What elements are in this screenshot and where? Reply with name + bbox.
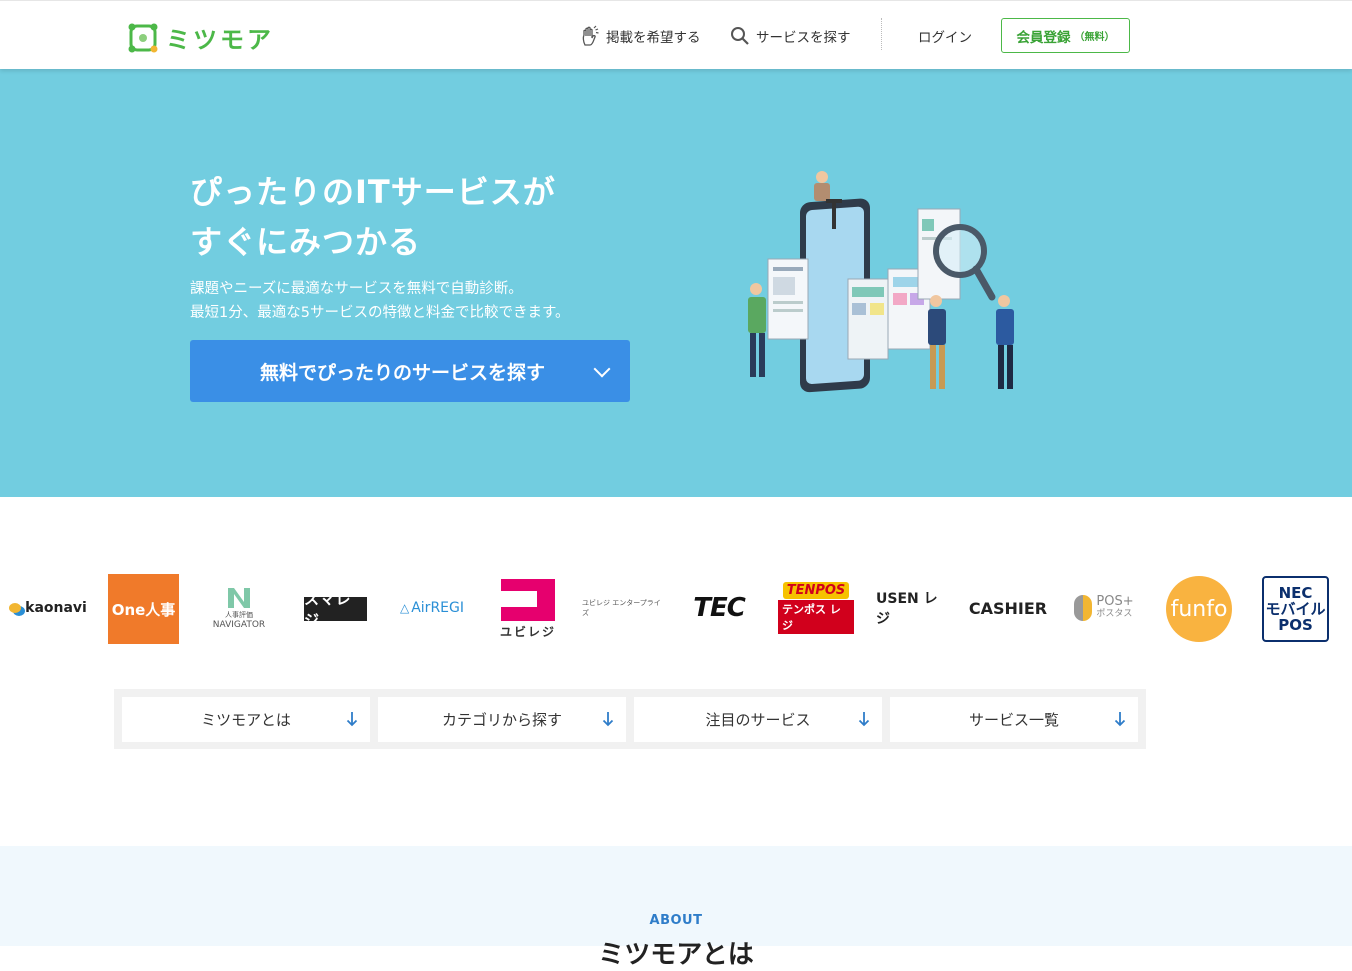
logo-ubiregi[interactable]: ユビレジ [496, 570, 560, 646]
logo-tenpos-bottom: テンポス レジ [778, 600, 854, 634]
section-nav: ミツモアとは カテゴリから探す 注目のサービス サービス一覧 [114, 689, 1146, 749]
partner-logos: kaonavi One人事 人事評価 NAVIGATOR スマレジ △ AirR… [0, 570, 1352, 650]
ubiregi-mark-icon [501, 578, 555, 621]
nav-divider [881, 18, 882, 50]
search-icon [731, 26, 749, 45]
logo-nec-mobile-pos[interactable]: NEC モバイル POS [1262, 576, 1329, 642]
site-logo[interactable]: ミツモア [128, 20, 274, 55]
register-button[interactable]: 会員登録 （無料） [1001, 18, 1130, 53]
logo-tenpos[interactable]: TENPOS テンポス レジ [778, 570, 854, 646]
register-label: 会員登録 [1016, 29, 1071, 46]
logo-funfo[interactable]: funfo [1166, 576, 1232, 642]
logo-tec[interactable]: TEC [690, 570, 748, 646]
logo-ubiregi-enterprise[interactable]: ユビレジ エンタープライズ [582, 570, 666, 646]
logo-cashier[interactable]: CASHIER [968, 570, 1048, 646]
logo-usen-text: USEN レジ [876, 591, 938, 627]
kaonavi-mark-icon [9, 603, 22, 613]
about-section: ABOUT ミツモアとは [0, 846, 1352, 970]
login-label: ログイン [918, 29, 972, 46]
find-service-label: 無料でぴったりのサービスを探す [260, 361, 546, 384]
arrow-down-icon [346, 712, 358, 727]
logo-navi-top: 人事評価 [225, 611, 253, 619]
hero-sub-line2: 最短1分、最適な5サービスの特徴と料金で比較できます。 [190, 305, 570, 321]
logo-usen[interactable]: USEN レジ [876, 570, 948, 646]
logo-mark-icon [128, 23, 158, 52]
logo-postas-top: POS+ [1096, 594, 1134, 609]
navigator-mark-icon [228, 588, 250, 608]
logo-text: ミツモア [166, 26, 274, 54]
hero-subtitle: 課題やニーズに最適なサービスを無料で自動診断。 最短1分、最適な5サービスの特徴… [190, 277, 570, 325]
logo-one-jinji[interactable]: One人事 [108, 574, 179, 644]
logo-tec-text: TEC [693, 593, 746, 623]
hand-wave-icon [582, 25, 599, 46]
logo-cashier-text: CASHIER [968, 598, 1048, 618]
tab-service-list[interactable]: サービス一覧 [890, 697, 1138, 742]
register-note: （無料） [1074, 32, 1115, 43]
logo-airregi[interactable]: △ AirREGI [396, 570, 468, 646]
airregi-triangle-icon: △ [399, 601, 410, 615]
logo-postas-text: POS+ ポスタス [1096, 595, 1133, 621]
hero-title-line1: ぴったりのITサービスが [190, 173, 556, 211]
logo-postas-bottom: ポスタス [1096, 609, 1133, 619]
chevron-down-icon [593, 360, 611, 378]
logo-navigator[interactable]: 人事評価 NAVIGATOR [204, 570, 274, 646]
find-service-button[interactable]: 無料でぴったりのサービスを探す [190, 340, 630, 402]
hero-title: ぴったりのITサービスが すぐにみつかる [190, 167, 556, 267]
hero-illustration [748, 171, 1014, 393]
login-link[interactable]: ログイン [918, 1, 972, 70]
logo-nec-line1: NEC [1278, 584, 1313, 602]
logo-smaregi-text: スマレジ [304, 590, 352, 629]
hero-sub-line1: 課題やニーズに最適なサービスを無料で自動診断。 [190, 281, 523, 297]
hero-title-line2: すぐにみつかる [190, 223, 422, 261]
logo-one-text: One人事 [111, 600, 176, 619]
logo-funfo-text: funfo [1170, 596, 1228, 622]
nav-post-label: 掲載を希望する [606, 29, 701, 46]
postas-mark-icon [1074, 595, 1093, 621]
tab-featured-label: 注目のサービス [705, 711, 811, 729]
tab-service-list-label: サービス一覧 [968, 711, 1059, 729]
about-label: ABOUT [649, 913, 703, 928]
arrow-down-icon [1114, 712, 1126, 727]
site-header: ミツモア 掲載を希望する サービスを探す ログイン 会員登録 （無料） [0, 0, 1352, 69]
arrow-down-icon [602, 712, 614, 727]
logo-tenpos-top: TENPOS [782, 582, 850, 599]
tab-featured[interactable]: 注目のサービス [634, 697, 882, 742]
tab-category-label: カテゴリから探す [441, 711, 562, 729]
logo-navi-bottom: NAVIGATOR [212, 620, 266, 630]
logo-kaonavi-text: kaonavi [25, 600, 87, 616]
logo-nec-line3: POS [1278, 616, 1313, 634]
logo-kaonavi[interactable]: kaonavi [8, 570, 88, 646]
logo-ent-text: ユビレジ エンタープライズ [582, 599, 661, 617]
about-title: ミツモアとは [598, 940, 754, 970]
logo-smaregi[interactable]: スマレジ [304, 590, 367, 629]
logo-ubiregi-text: ユビレジ [499, 624, 556, 639]
nav-search-label: サービスを探す [756, 29, 851, 46]
arrow-down-icon [858, 712, 870, 727]
nav-post-link[interactable]: 掲載を希望する [580, 1, 701, 70]
tab-about-label: ミツモアとは [201, 711, 291, 729]
tab-category[interactable]: カテゴリから探す [378, 697, 626, 742]
nav-search-link[interactable]: サービスを探す [730, 1, 851, 70]
tab-about[interactable]: ミツモアとは [122, 697, 370, 742]
hero-section: ぴったりのITサービスが すぐにみつかる 課題やニーズに最適なサービスを無料で自… [0, 69, 1352, 497]
logo-airregi-text: AirREGI [411, 600, 464, 616]
logo-postas[interactable]: POS+ ポスタス [1068, 570, 1140, 646]
logo-nec-line2: モバイル [1265, 600, 1326, 618]
